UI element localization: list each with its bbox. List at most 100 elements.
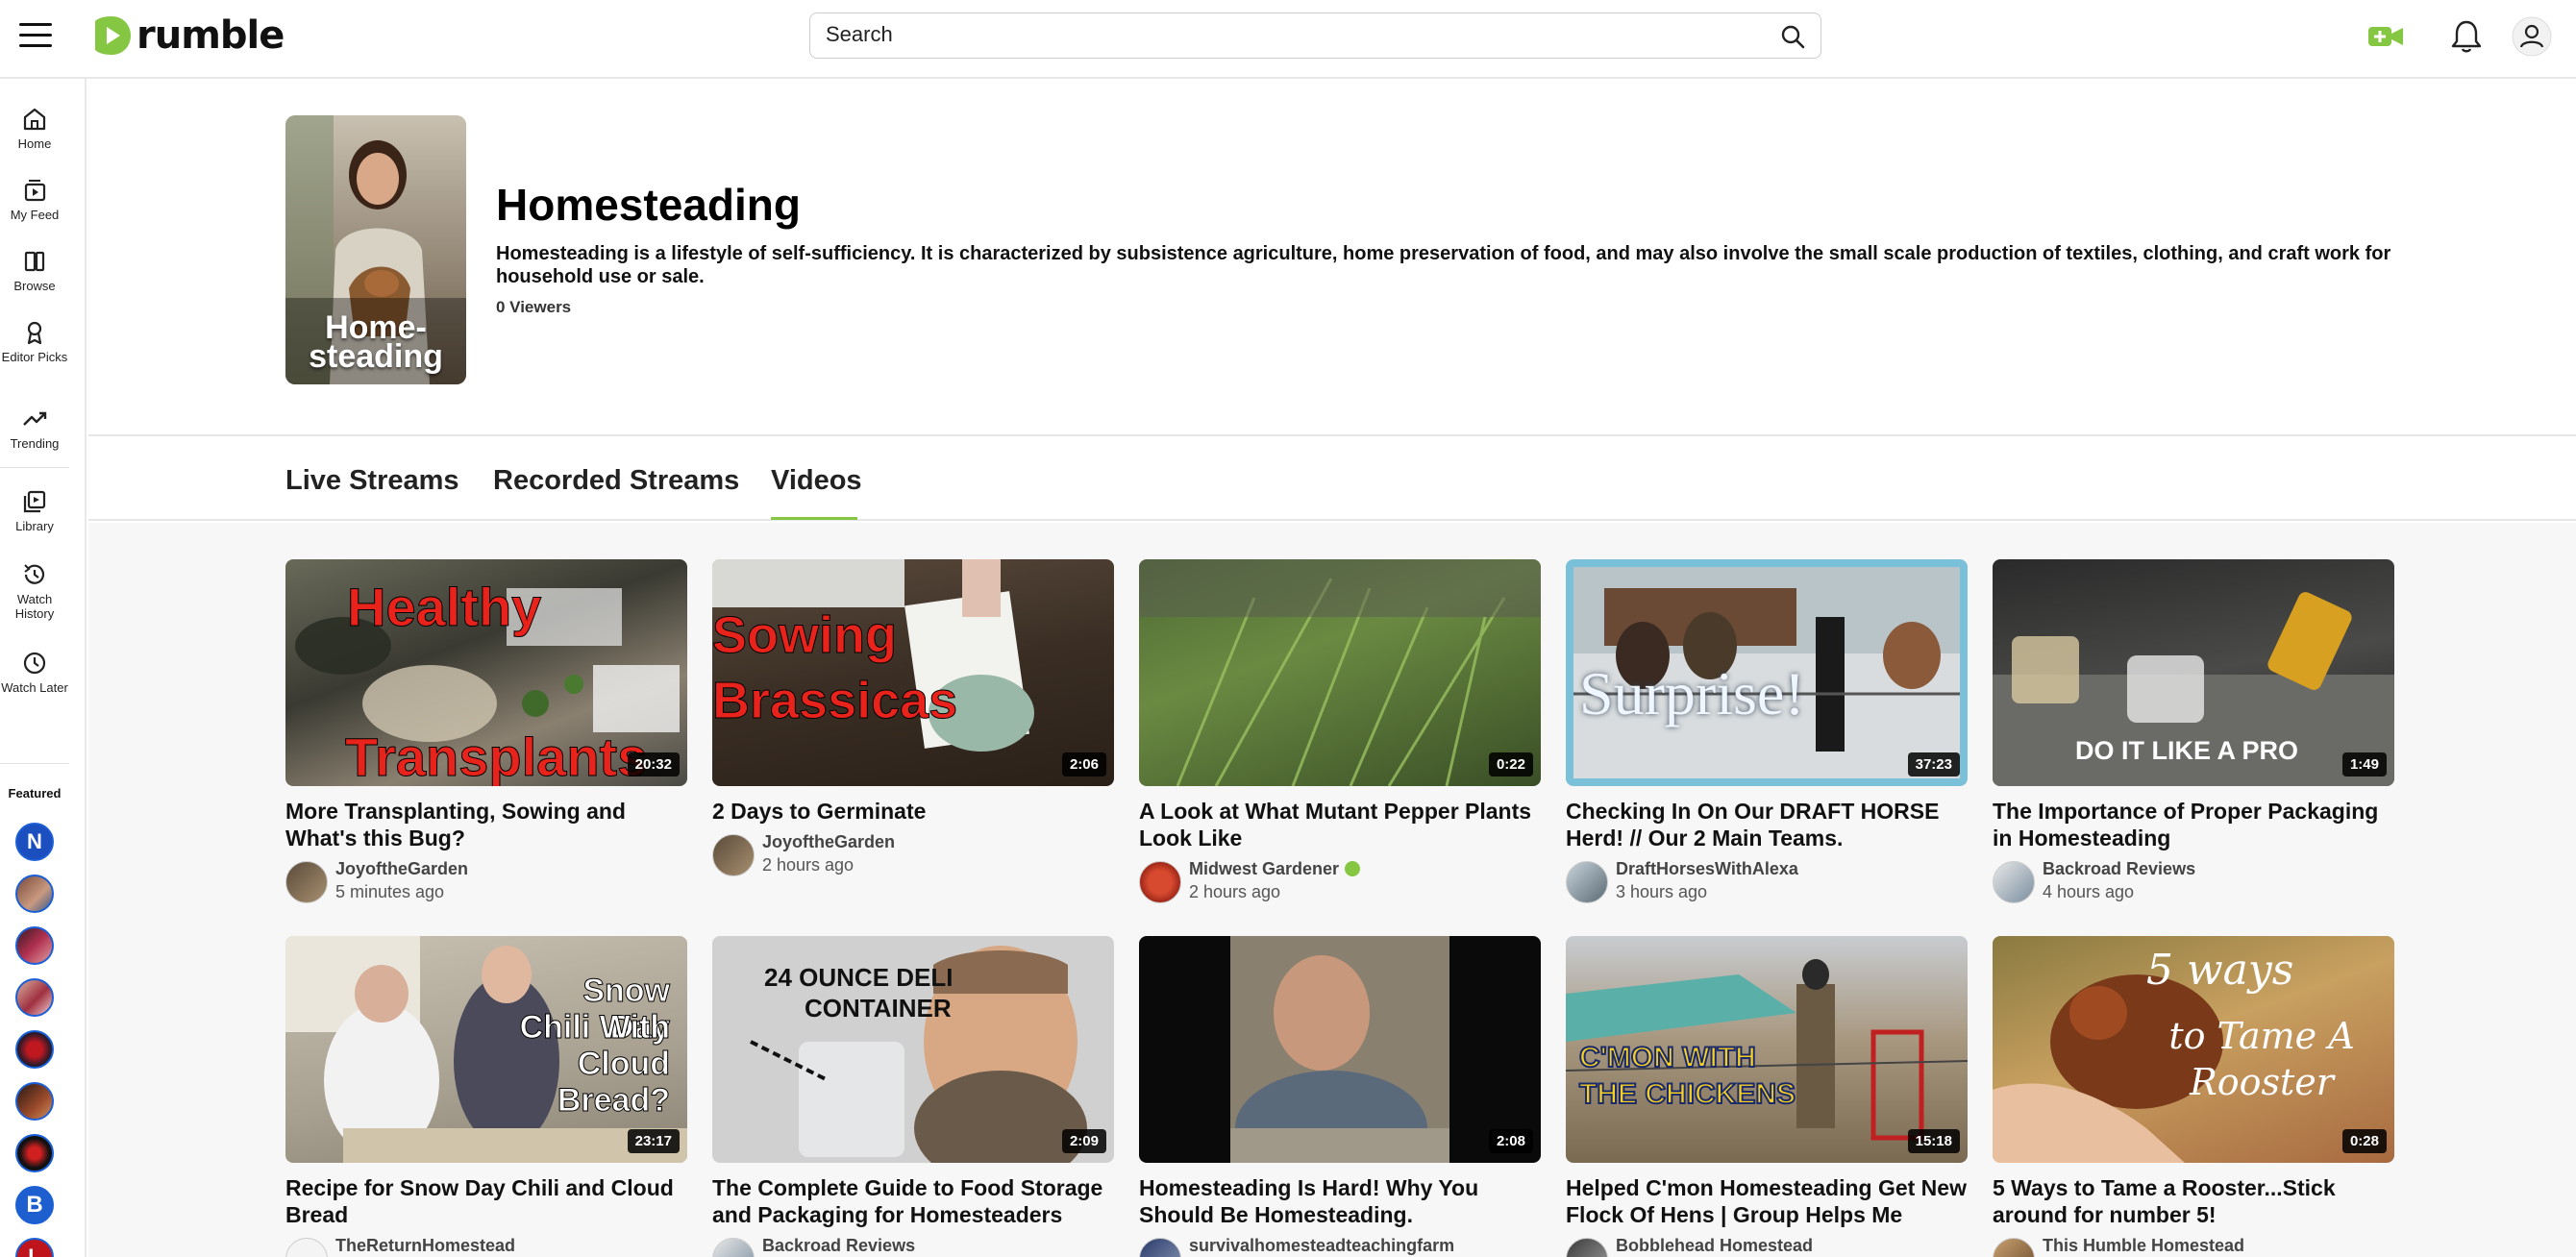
video-card: 2:08 Homesteading Is Hard! Why You Shoul… <box>1139 936 1541 1257</box>
sidebar-item-label: Editor Picks <box>1 350 68 364</box>
top-bar: rumble <box>0 0 2576 79</box>
channel-name[interactable]: JoyoftheGarden <box>762 832 895 852</box>
channel-avatar[interactable] <box>1139 861 1181 903</box>
video-meta: DraftHorsesWithAlexa 3 hours ago <box>1566 857 1968 905</box>
channel-avatar[interactable] <box>285 1238 328 1257</box>
channel-avatar[interactable] <box>1993 861 2035 903</box>
channel-avatar[interactable] <box>1566 1238 1608 1257</box>
video-thumbnail[interactable]: Sowing Brassicas 2:06 <box>712 559 1114 786</box>
sidebar-item-trending[interactable]: Trending <box>0 406 69 451</box>
sidebar-item-editor-picks[interactable]: Editor Picks <box>0 319 69 364</box>
category-header: Home- steading Homesteading Homesteading… <box>88 81 2576 436</box>
sidebar-item-library[interactable]: Library <box>0 488 69 533</box>
search-input[interactable] <box>826 13 1748 56</box>
featured-avatar-letter: L <box>28 1245 41 1257</box>
video-thumbnail[interactable]: C'MON WITH THE CHICKENS 15:18 <box>1566 936 1968 1163</box>
featured-channel-avatar[interactable] <box>15 978 54 1017</box>
sidebar-item-my-feed[interactable]: My Feed <box>0 177 69 222</box>
channel-name[interactable]: Midwest Gardener <box>1189 859 1361 879</box>
trending-icon <box>23 411 47 426</box>
video-title[interactable]: Recipe for Snow Day Chili and Cloud Brea… <box>285 1174 687 1228</box>
channel-avatar[interactable] <box>285 861 328 903</box>
library-icon <box>23 490 46 513</box>
featured-channel-avatar[interactable] <box>15 926 54 965</box>
video-thumbnail[interactable]: 5 ways to Tame A Rooster 0:28 <box>1993 936 2394 1163</box>
channel-name-text: Midwest Gardener <box>1189 859 1340 878</box>
featured-channel-avatar[interactable] <box>15 1030 54 1069</box>
featured-channel-avatar[interactable]: N <box>15 823 54 861</box>
tab-live-streams[interactable]: Live Streams <box>285 465 459 497</box>
video-title[interactable]: Checking In On Our DRAFT HORSE Herd! // … <box>1566 798 1968 851</box>
video-title[interactable]: 5 Ways to Tame a Rooster...Stick around … <box>1993 1174 2394 1228</box>
sidebar-item-watch-history[interactable]: Watch History <box>0 561 69 621</box>
featured-channel-avatar[interactable]: B <box>15 1186 54 1224</box>
video-meta: TheReturnHomestead <box>285 1234 687 1257</box>
video-meta: JoyoftheGarden 5 minutes ago <box>285 857 687 905</box>
video-title[interactable]: 2 Days to Germinate <box>712 798 1114 825</box>
video-duration: 2:08 <box>1488 1129 1533 1153</box>
video-thumbnail[interactable]: Healthy Transplants 20:32 <box>285 559 687 786</box>
featured-channel-avatar[interactable] <box>15 875 54 913</box>
video-thumbnail[interactable]: 24 OUNCE DELI CONTAINER 2:09 <box>712 936 1114 1163</box>
video-title[interactable]: Homesteading Is Hard! Why You Should Be … <box>1139 1174 1541 1228</box>
sidebar-item-label: Trending <box>10 436 60 451</box>
sidebar-item-home[interactable]: Home <box>0 106 69 151</box>
video-thumbnail[interactable]: Snow Day Chili With Cloud Bread? 23:17 <box>285 936 687 1163</box>
channel-avatar[interactable] <box>1139 1238 1181 1257</box>
thumbnail-overlay-text: 5 ways <box>2146 946 2294 995</box>
video-meta: Backroad Reviews <box>712 1234 1114 1257</box>
channel-name[interactable]: DraftHorsesWithAlexa <box>1616 859 1798 879</box>
thumbnail-image <box>1230 936 1449 1163</box>
channel-avatar[interactable] <box>1566 861 1608 903</box>
tab-recorded-streams[interactable]: Recorded Streams <box>493 465 739 497</box>
video-thumbnail[interactable]: Surprise! 37:23 <box>1566 559 1968 786</box>
search-box <box>809 12 1821 59</box>
sidebar-item-label: Library <box>15 519 54 533</box>
channel-name[interactable]: TheReturnHomestead <box>335 1236 515 1256</box>
thumbnail-overlay-text: CONTAINER <box>805 994 952 1023</box>
channel-avatar[interactable] <box>1993 1238 2035 1257</box>
thumbnail-overlay-text: Surprise! <box>1579 659 1805 727</box>
video-card: C'MON WITH THE CHICKENS 15:18 Helped C'm… <box>1566 936 1968 1257</box>
video-card: Surprise! 37:23 Checking In On Our DRAFT… <box>1566 559 1968 905</box>
featured-channel-avatar[interactable] <box>15 1134 54 1172</box>
rumble-logo[interactable]: rumble <box>92 13 285 58</box>
upload-video-icon[interactable] <box>2366 17 2405 56</box>
video-upload-time: 3 hours ago <box>1616 882 1708 901</box>
channel-name[interactable]: survivalhomesteadteachingfarm <box>1189 1236 1454 1256</box>
video-thumbnail[interactable]: 0:22 <box>1139 559 1541 786</box>
video-meta: Midwest Gardener 2 hours ago <box>1139 857 1541 905</box>
menu-icon[interactable] <box>19 21 52 48</box>
channel-avatar[interactable] <box>712 834 755 876</box>
channel-name[interactable]: Backroad Reviews <box>2043 859 2195 879</box>
channel-name[interactable]: Backroad Reviews <box>762 1236 915 1256</box>
video-duration: 37:23 <box>1907 752 1960 776</box>
video-title[interactable]: The Importance of Proper Packaging in Ho… <box>1993 798 2394 851</box>
channel-name[interactable]: This Humble Homestead <box>2043 1236 2244 1256</box>
video-title[interactable]: A Look at What Mutant Pepper Plants Look… <box>1139 798 1541 851</box>
channel-name[interactable]: Bobblehead Homestead <box>1616 1236 1813 1256</box>
video-title[interactable]: The Complete Guide to Food Storage and P… <box>712 1174 1114 1228</box>
featured-channel-avatar[interactable]: L <box>15 1238 54 1257</box>
video-thumbnail[interactable]: DO IT LIKE A PRO 1:49 <box>1993 559 2394 786</box>
tab-videos[interactable]: Videos <box>771 465 862 497</box>
video-thumbnail[interactable]: 2:08 <box>1139 936 1541 1163</box>
video-card: 24 OUNCE DELI CONTAINER 2:09 The Complet… <box>712 936 1114 1257</box>
featured-channel-avatar[interactable] <box>15 1082 54 1121</box>
video-duration: 23:17 <box>627 1129 680 1153</box>
video-title[interactable]: Helped C'mon Homesteading Get New Flock … <box>1566 1174 1968 1228</box>
channel-name[interactable]: JoyoftheGarden <box>335 859 468 879</box>
verified-icon <box>1345 861 1361 876</box>
video-title[interactable]: More Transplanting, Sowing and What's th… <box>285 798 687 851</box>
video-meta: This Humble Homestead <box>1993 1234 2394 1257</box>
search-icon[interactable] <box>1780 24 1805 49</box>
video-meta: Bobblehead Homestead <box>1566 1234 1968 1257</box>
notification-bell-icon[interactable] <box>2447 17 2486 56</box>
channel-avatar[interactable] <box>712 1238 755 1257</box>
sidebar-item-label: Browse <box>13 279 56 293</box>
video-duration: 1:49 <box>2341 752 2387 776</box>
sidebar-item-browse[interactable]: Browse <box>0 248 69 293</box>
sidebar-item-watch-later[interactable]: Watch Later <box>0 650 69 695</box>
video-duration: 2:09 <box>1061 1129 1106 1153</box>
user-account-icon[interactable] <box>2511 15 2553 58</box>
